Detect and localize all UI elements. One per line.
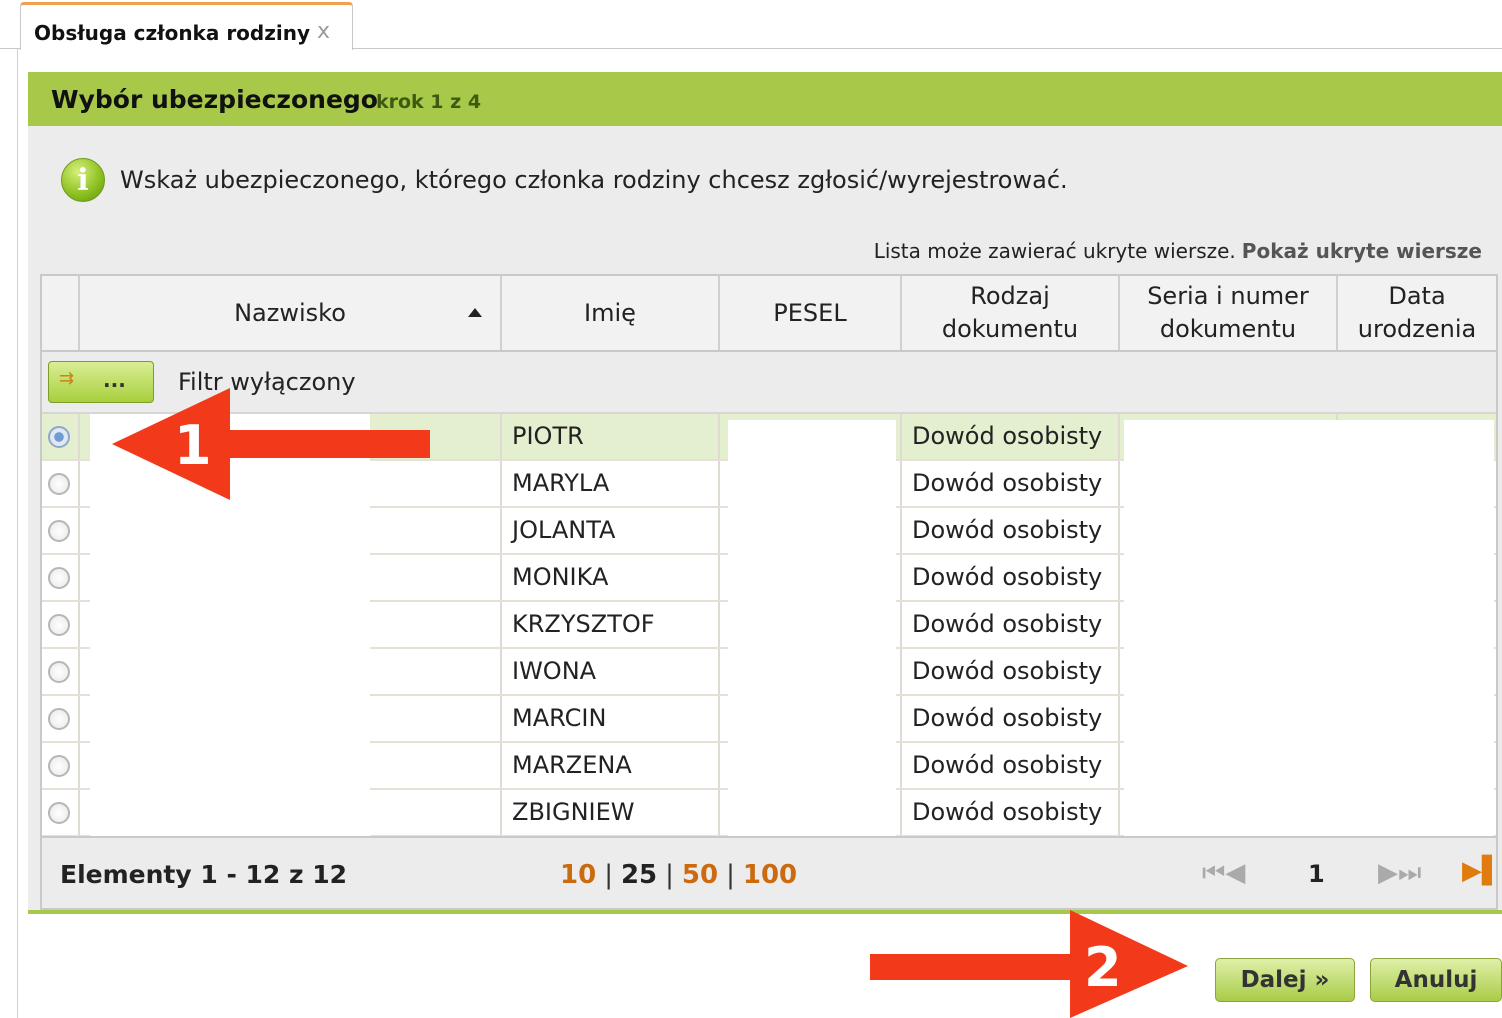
select-cell — [42, 414, 80, 459]
sort-ascending-icon — [468, 308, 482, 317]
info-message: Wskaż ubezpieczonego, którego członka ro… — [120, 166, 1068, 194]
imie-cell: PIOTR — [502, 414, 720, 459]
header-imie[interactable]: Imię — [502, 276, 720, 350]
table-footer: Elementy 1 - 12 z 12 10 | 25 | 50 | 100 ⏮◀ 1 ▶… — [42, 836, 1502, 908]
header-seria-numer[interactable]: Seria i numer dokumentu — [1120, 276, 1338, 350]
row-radio[interactable] — [48, 614, 70, 636]
imie-cell: IWONA — [502, 649, 720, 694]
header-rodzaj-dokumentu[interactable]: Rodzaj dokumentu — [902, 276, 1120, 350]
panel-title: Wybór ubezpieczonego — [51, 85, 378, 114]
page-size-25[interactable]: 25 — [621, 860, 657, 890]
row-radio[interactable] — [48, 802, 70, 824]
header-data-urodzenia[interactable]: Data urodzenia — [1338, 276, 1496, 350]
page-size-50[interactable]: 50 — [682, 860, 718, 890]
redaction-mask — [1124, 420, 1494, 838]
next-button[interactable]: Dalej » — [1215, 958, 1355, 1002]
hidden-rows-text: Lista może zawierać ukryte wiersze. — [873, 239, 1236, 263]
rodzaj-cell: Dowód osobisty — [902, 508, 1120, 553]
header-pesel[interactable]: PESEL — [720, 276, 902, 350]
go-to-end-icon[interactable]: ▶▌ — [1462, 856, 1502, 886]
header-label: Nazwisko — [234, 298, 346, 327]
annotation-number-2: 2 — [1084, 936, 1122, 999]
tab-bar: Obsługa członka rodziny x — [0, 0, 1502, 50]
next-last-page-icon[interactable]: ▶⏭ — [1378, 858, 1421, 889]
page-size-selector: 10 | 25 | 50 | 100 — [560, 860, 797, 890]
select-cell — [42, 461, 80, 506]
annotation-number-1: 1 — [174, 414, 212, 477]
hidden-rows-note: Lista może zawierać ukryte wiersze. Pokaż… — [874, 239, 1482, 263]
separator: | — [665, 860, 674, 890]
imie-cell: JOLANTA — [502, 508, 720, 553]
row-radio[interactable] — [48, 567, 70, 589]
cancel-button[interactable]: Anuluj — [1370, 958, 1502, 1002]
header-label: Data urodzenia — [1357, 282, 1477, 343]
header-label: Rodzaj dokumentu — [941, 282, 1079, 343]
separator: | — [604, 860, 613, 890]
rodzaj-cell: Dowód osobisty — [902, 602, 1120, 647]
page-size-100[interactable]: 100 — [743, 860, 797, 890]
insured-table: Nazwisko Imię PESEL Rodzaj dokumentu Ser… — [40, 274, 1502, 910]
select-cell — [42, 743, 80, 788]
rodzaj-cell: Dowód osobisty — [902, 461, 1120, 506]
row-radio[interactable] — [48, 520, 70, 542]
imie-cell: MARYLA — [502, 461, 720, 506]
row-radio[interactable] — [48, 473, 70, 495]
info-icon: i — [61, 158, 105, 202]
header-label: Imię — [584, 298, 636, 327]
row-radio[interactable] — [48, 426, 70, 448]
left-border — [17, 49, 18, 1018]
rodzaj-cell: Dowód osobisty — [902, 414, 1120, 459]
step-indicator: krok 1 z 4 — [376, 91, 482, 113]
row-radio[interactable] — [48, 661, 70, 683]
row-radio[interactable] — [48, 755, 70, 777]
header-label: PESEL — [773, 298, 847, 327]
tab-family-member[interactable]: Obsługa członka rodziny x — [20, 2, 353, 50]
select-cell — [42, 649, 80, 694]
item-count: Elementy 1 - 12 z 12 — [60, 860, 348, 889]
redaction-mask — [728, 420, 896, 837]
close-icon[interactable]: x — [317, 19, 330, 44]
imie-cell: KRZYSZTOF — [502, 602, 720, 647]
annotation-arrow-1 — [112, 388, 430, 500]
select-cell — [42, 790, 80, 835]
rodzaj-cell: Dowód osobisty — [902, 649, 1120, 694]
header-select — [42, 276, 80, 350]
tab-label: Obsługa członka rodziny — [34, 21, 311, 45]
select-cell — [42, 602, 80, 647]
header-label: Seria i numer dokumentu — [1147, 282, 1309, 343]
separator: | — [726, 860, 735, 890]
imie-cell: MARCIN — [502, 696, 720, 741]
current-page: 1 — [1308, 860, 1325, 888]
row-radio[interactable] — [48, 708, 70, 730]
annotation-arrow-2 — [870, 910, 1188, 1018]
show-hidden-rows-link[interactable]: Pokaż ukryte wiersze — [1242, 239, 1482, 263]
select-cell — [42, 555, 80, 600]
imie-cell: MONIKA — [502, 555, 720, 600]
first-prev-page-icon[interactable]: ⏮◀ — [1202, 858, 1245, 889]
filter-arrows-icon: ⇉ — [59, 368, 75, 389]
select-cell — [42, 508, 80, 553]
imie-cell: MARZENA — [502, 743, 720, 788]
table-header: Nazwisko Imię PESEL Rodzaj dokumentu Ser… — [42, 276, 1496, 352]
rodzaj-cell: Dowód osobisty — [902, 790, 1120, 835]
rodzaj-cell: Dowód osobisty — [902, 743, 1120, 788]
header-nazwisko[interactable]: Nazwisko — [80, 276, 502, 350]
panel-header: Wybór ubezpieczonego krok 1 z 4 — [28, 72, 1502, 126]
page-size-10[interactable]: 10 — [560, 860, 596, 890]
rodzaj-cell: Dowód osobisty — [902, 696, 1120, 741]
select-cell — [42, 696, 80, 741]
imie-cell: ZBIGNIEW — [502, 790, 720, 835]
rodzaj-cell: Dowód osobisty — [902, 555, 1120, 600]
